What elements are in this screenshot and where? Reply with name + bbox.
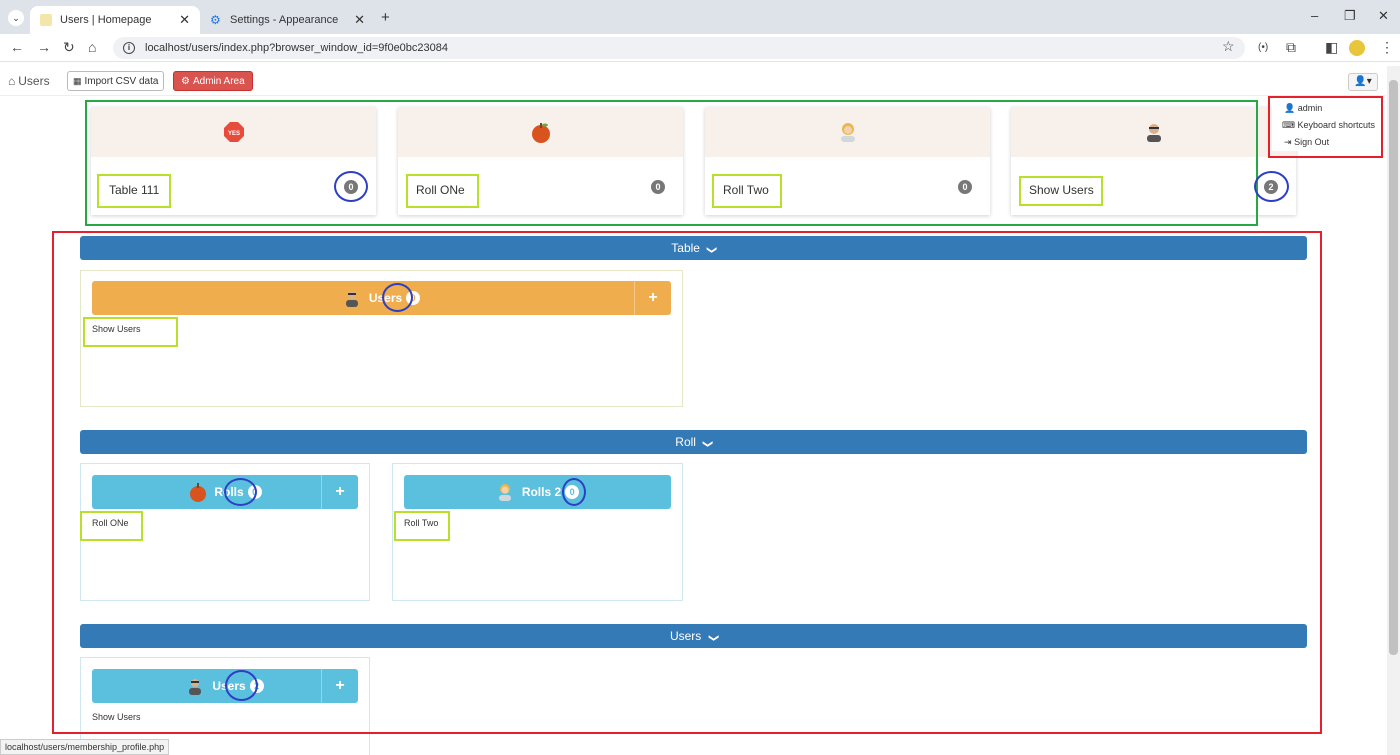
extension-icon[interactable]: (•) [1258, 42, 1268, 53]
tab-settings-appearance[interactable]: ⚙ Settings - Appearance ✕ [200, 6, 375, 34]
annotation-lime-box [1019, 176, 1103, 206]
gear-icon: ⚙ [210, 13, 221, 27]
admin-area-button[interactable]: ⚙ Admin Area [173, 71, 253, 91]
annotation-red-dropdown-box [1268, 96, 1383, 158]
annotation-lime-box [394, 511, 450, 541]
close-window-icon[interactable]: ✕ [1378, 8, 1389, 24]
home-icon[interactable]: ⌂ [88, 39, 96, 55]
home-label: Users [18, 74, 50, 88]
home-icon: ⌂ [8, 74, 16, 88]
grid-icon: ▦ [73, 75, 82, 86]
menu-kebab-icon[interactable]: ⋮ [1380, 39, 1394, 56]
annotation-lime-box [97, 174, 171, 208]
annotation-blue-circle [224, 478, 257, 506]
page-favicon-icon [40, 14, 52, 26]
annotation-lime-box [712, 174, 782, 208]
back-icon[interactable]: ← [10, 39, 24, 55]
import-csv-button[interactable]: ▦ Import CSV data [67, 71, 165, 91]
annotation-blue-circle [562, 478, 586, 506]
reload-icon[interactable]: ↻ [63, 39, 75, 56]
tab-search-icon[interactable]: ⌄ [8, 10, 24, 26]
status-bar-url: localhost/users/membership_profile.php [0, 739, 170, 755]
tab-close-icon[interactable]: ✕ [354, 12, 365, 28]
tab-title: Users | Homepage [60, 14, 152, 26]
annotation-green-cards-box [85, 100, 1258, 226]
new-tab-button[interactable]: + [381, 9, 390, 26]
user-icon: 👤 [1354, 76, 1367, 87]
url-text: localhost/users/index.php?browser_window… [145, 42, 449, 54]
minimize-icon[interactable]: – [1311, 8, 1318, 23]
annotation-lime-box [83, 317, 178, 347]
annotation-lime-box [80, 511, 143, 541]
scrollbar-thumb[interactable] [1389, 80, 1398, 655]
home-link[interactable]: ⌂ Users [8, 74, 50, 88]
user-menu-button[interactable]: 👤▾ [1348, 73, 1378, 91]
profile-avatar-icon[interactable] [1349, 40, 1365, 56]
tab-close-icon[interactable]: ✕ [179, 12, 190, 28]
import-csv-label: Import CSV data [84, 75, 159, 87]
annotation-blue-circle [1254, 171, 1289, 202]
annotation-blue-circle [225, 670, 258, 701]
cog-icon: ⚙ [181, 75, 190, 87]
address-bar[interactable]: i localhost/users/index.php?browser_wind… [113, 37, 1245, 59]
annotation-blue-circle [334, 171, 368, 202]
forward-icon[interactable]: → [37, 39, 51, 55]
annotation-lime-box [406, 174, 479, 208]
side-panel-icon[interactable]: ◧ [1325, 39, 1338, 56]
annotation-blue-circle [382, 283, 413, 312]
tab-title: Settings - Appearance [230, 14, 339, 26]
restore-icon[interactable]: ❐ [1344, 8, 1356, 24]
admin-area-label: Admin Area [192, 75, 245, 87]
tab-users-homepage[interactable]: Users | Homepage ✕ [30, 6, 200, 34]
puzzle-icon[interactable]: ⧉ [1286, 39, 1296, 56]
site-info-icon[interactable]: i [123, 42, 135, 54]
bookmark-star-icon[interactable]: ☆ [1222, 38, 1235, 55]
